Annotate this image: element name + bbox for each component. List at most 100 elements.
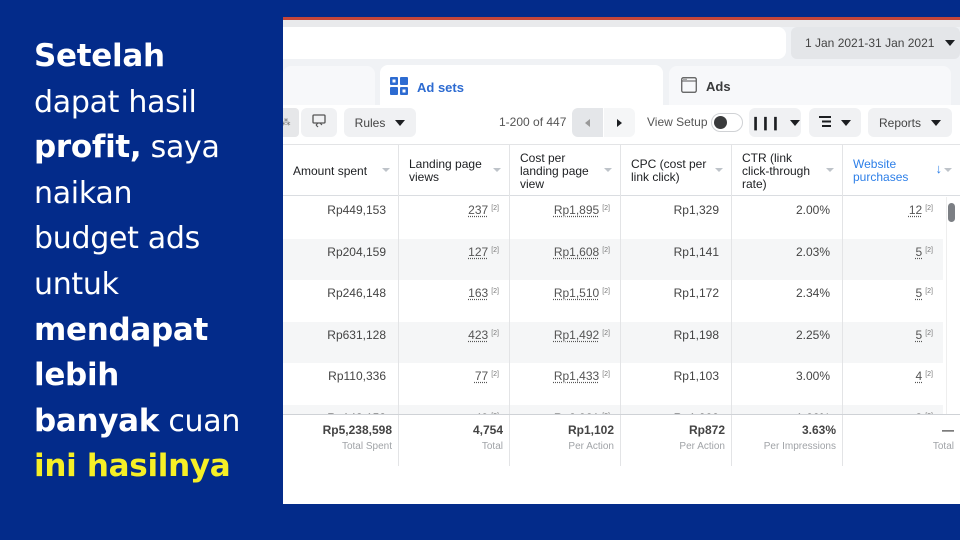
column-header-label: CTR (link click-through rate) <box>742 150 811 191</box>
table-cell: Rp1,141 <box>620 238 731 280</box>
cell-link[interactable]: 237 <box>468 203 488 217</box>
column-header[interactable]: CPC (cost per link click) <box>620 145 731 197</box>
scrollbar-thumb[interactable] <box>948 203 955 222</box>
cell-value: Rp246,148 <box>327 286 386 300</box>
cell-link[interactable]: 77 <box>475 369 488 383</box>
table-cell: 77 [2] <box>398 363 509 405</box>
column-header[interactable]: Landing page views <box>398 145 509 197</box>
table-cell: Rp1,895 [2] <box>509 197 620 239</box>
table-row[interactable]: Rp246,148 163 [2] Rp1,510 [2] Rp1,172 2.34% 5 [2… <box>283 280 943 322</box>
table-cell: 3.00% <box>731 363 842 405</box>
total-cell: — Total <box>842 415 960 466</box>
caption-highlight: ini hasilnya <box>34 448 231 485</box>
people-icon: ⁂ <box>283 117 291 128</box>
footnote-marker[interactable]: [2] <box>491 330 499 337</box>
search-input[interactable] <box>283 27 786 59</box>
table-cell: 4 [2] <box>842 363 943 405</box>
table-cell: 2.03% <box>731 238 842 280</box>
column-header[interactable]: Website purchases ↓ <box>842 145 960 197</box>
column-header[interactable]: CTR (link click-through rate) <box>731 145 842 197</box>
footnote-marker[interactable]: [2] <box>602 330 610 337</box>
cell-link[interactable]: 127 <box>468 245 488 259</box>
previous-page-button[interactable] <box>572 108 603 137</box>
cell-link[interactable]: 5 <box>916 245 923 259</box>
total-value: Rp1,102 <box>567 423 614 437</box>
next-page-button[interactable] <box>604 108 635 137</box>
cell-link[interactable]: 163 <box>468 286 488 300</box>
cell-link[interactable]: Rp1,492 <box>554 328 599 342</box>
footnote-marker[interactable]: [2] <box>491 247 499 254</box>
table-row[interactable]: Rp110,336 77 [2] Rp1,433 [2] Rp1,103 3.00% 4 [2] <box>283 363 943 405</box>
cell-link[interactable]: 4 <box>916 369 923 383</box>
tab-campaigns[interactable] <box>283 66 375 106</box>
column-menu-caret-icon[interactable] <box>493 168 501 172</box>
table-row[interactable]: Rp204,159 127 [2] Rp1,608 [2] Rp1,141 2.03% 5 [2… <box>283 238 943 280</box>
cell-link[interactable]: 5 <box>916 328 923 342</box>
footnote-marker[interactable]: [2] <box>602 371 610 378</box>
column-menu-caret-icon[interactable] <box>944 168 952 172</box>
footnote-marker[interactable]: [2] <box>602 288 610 295</box>
total-label: Per Action <box>568 441 614 452</box>
table-row[interactable]: Rp631,128 423 [2] Rp1,492 [2] Rp1,198 2.25% 5 [2… <box>283 321 943 363</box>
caption-word: banyak <box>34 402 160 439</box>
caption-word: lebih <box>34 357 120 394</box>
sort-arrow-down-icon: ↓ <box>935 161 943 176</box>
cell-link[interactable]: Rp1,608 <box>554 245 599 259</box>
footnote-marker[interactable]: [2] <box>925 288 933 295</box>
tab-ads[interactable]: Ads <box>669 66 951 106</box>
breakdown-button[interactable] <box>809 108 861 137</box>
caption-word: mendapat <box>34 311 209 348</box>
ads-manager-screenshot: 1 Jan 2021-31 Jan 2021 Ad sets Ads Rules… <box>283 17 960 504</box>
footnote-marker[interactable]: [2] <box>602 205 610 212</box>
cell-link[interactable]: 5 <box>916 286 923 300</box>
cell-link[interactable]: Rp1,433 <box>554 369 599 383</box>
caption-word: saya <box>141 130 220 166</box>
tab-ad-sets-label: Ad sets <box>417 80 464 95</box>
footnote-marker[interactable]: [2] <box>602 247 610 254</box>
total-value: Rp5,238,598 <box>322 423 392 437</box>
cell-value: 3.00% <box>795 369 830 383</box>
date-range-button[interactable]: 1 Jan 2021-31 Jan 2021 <box>791 27 960 59</box>
columns-button[interactable]: ❙❙❙ <box>749 108 801 137</box>
view-setup-label: View Setup <box>647 115 708 129</box>
column-menu-caret-icon[interactable] <box>604 168 612 172</box>
preview-button[interactable] <box>301 108 337 137</box>
footnote-marker[interactable]: [2] <box>491 288 499 295</box>
footnote-marker[interactable]: [2] <box>925 330 933 337</box>
toggle-knob <box>714 116 727 129</box>
table-cell: 5 [2] <box>842 238 943 280</box>
column-menu-caret-icon[interactable] <box>382 168 390 172</box>
grid-icon <box>390 77 408 98</box>
tab-ads-label: Ads <box>706 78 731 94</box>
table-row[interactable]: Rp449,153 237 [2] Rp1,895 [2] Rp1,329 2.00% 12[… <box>283 197 943 239</box>
table-cell: Rp449,153 <box>283 197 398 239</box>
total-cell: 3.63% Per Impressions <box>731 415 842 466</box>
tab-ad-sets[interactable]: Ad sets <box>380 65 663 110</box>
column-menu-caret-icon[interactable] <box>715 168 723 172</box>
footnote-marker[interactable]: [2] <box>491 371 499 378</box>
caption-word: cuan <box>159 403 241 439</box>
reports-button[interactable]: Reports <box>868 108 952 137</box>
table-cell: 5 [2] <box>842 280 943 322</box>
column-header-label: Website purchases <box>853 157 909 184</box>
footnote-marker[interactable]: [2] <box>491 205 499 212</box>
footnote-marker[interactable]: [2] <box>925 247 933 254</box>
footnote-marker[interactable]: [2] <box>925 371 933 378</box>
caption-word: naikan <box>34 175 133 211</box>
footnote-marker[interactable]: [2] <box>925 205 933 212</box>
cell-link[interactable]: Rp1,895 <box>554 203 599 217</box>
column-menu-caret-icon[interactable] <box>826 168 834 172</box>
column-header[interactable]: Amount spent <box>283 145 398 197</box>
rules-button[interactable]: Rules <box>344 108 416 137</box>
cell-value: Rp110,336 <box>328 369 386 383</box>
cell-link[interactable]: 12 <box>909 203 922 217</box>
cell-value: Rp631,128 <box>327 327 386 342</box>
total-cell: Rp872 Per Action <box>620 415 731 466</box>
table-cell: 163 [2] <box>398 280 509 322</box>
view-setup-toggle[interactable] <box>711 113 743 132</box>
cell-link[interactable]: 423 <box>468 328 488 342</box>
column-header[interactable]: Cost per landing page view <box>509 145 620 197</box>
cell-link[interactable]: Rp1,510 <box>554 286 599 300</box>
ab-test-button[interactable]: ⁂ <box>283 108 299 137</box>
pagination-label: 1-200 of 447 <box>499 115 567 129</box>
